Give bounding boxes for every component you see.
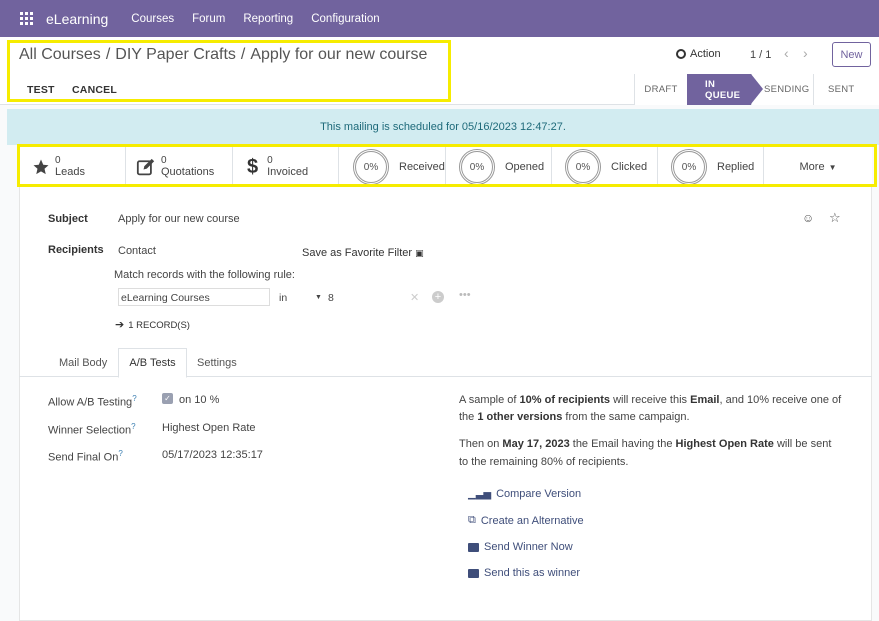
action-label: Action bbox=[690, 48, 721, 60]
stat-opened[interactable]: 0% Opened bbox=[446, 147, 552, 187]
pager-value: 1 / 1 bbox=[750, 49, 772, 61]
winner-selection-value[interactable]: Highest Open Rate bbox=[162, 422, 256, 434]
allow-ab-label: Allow A/B Testing? bbox=[48, 394, 137, 409]
received-ring: 0% bbox=[353, 149, 389, 185]
ab-description-line1: A sample of 10% of recipients will recei… bbox=[459, 394, 842, 406]
stat-received[interactable]: 0% Received bbox=[339, 147, 446, 187]
send-final-value[interactable]: 05/17/2023 12:35:17 bbox=[162, 449, 263, 461]
compare-version-button[interactable]: ▁▃▅ Compare Version bbox=[468, 488, 581, 500]
arrow-right-icon: ➔ bbox=[115, 319, 125, 331]
nav-courses[interactable]: Courses bbox=[131, 13, 174, 25]
tab-mail-body[interactable]: Mail Body bbox=[59, 348, 107, 377]
ab-percentage[interactable]: on 10 % bbox=[179, 394, 219, 406]
tab-settings[interactable]: Settings bbox=[197, 348, 237, 377]
ab-description-line3: Then on May 17, 2023 the Email having th… bbox=[459, 438, 832, 450]
send-final-label: Send Final On? bbox=[48, 449, 123, 464]
rule-field-select[interactable]: eLearning Courses bbox=[118, 288, 270, 306]
breadcrumb-all-courses[interactable]: All Courses bbox=[19, 46, 101, 63]
subject-input[interactable]: Apply for our new course bbox=[118, 213, 240, 225]
send-winner-now-button[interactable]: Send Winner Now bbox=[468, 541, 573, 553]
stage-draft[interactable]: DRAFT bbox=[634, 74, 687, 105]
match-rule-text: Match records with the following rule: bbox=[114, 269, 295, 281]
chevron-left-icon[interactable]: ‹ bbox=[784, 45, 789, 61]
notebook-tabs: Mail Body A/B Tests Settings bbox=[19, 348, 872, 378]
replied-ring: 0% bbox=[671, 149, 707, 185]
copy-icon: ⧉ bbox=[468, 514, 476, 526]
breadcrumb: All Courses / DIY Paper Crafts / Apply for o… bbox=[19, 46, 428, 63]
save-favorite-filter[interactable]: Save as Favorite Filter ▣ bbox=[302, 247, 424, 259]
recipients-select[interactable]: Contact bbox=[118, 245, 156, 257]
stat-quotations[interactable]: 0 Quotations bbox=[126, 147, 233, 187]
stat-leads[interactable]: 0 Leads bbox=[19, 147, 126, 187]
clicked-label: Clicked bbox=[611, 160, 648, 173]
new-button[interactable]: New bbox=[832, 42, 871, 67]
more-button[interactable]: More ▼ bbox=[764, 147, 872, 187]
caret-down-icon: ▼ bbox=[828, 162, 837, 172]
app-brand[interactable]: eLearning bbox=[46, 11, 108, 27]
stat-invoiced[interactable]: $ 0 Invoiced bbox=[233, 147, 339, 187]
records-link[interactable]: ➔ 1 RECORD(S) bbox=[115, 318, 190, 331]
cancel-button[interactable]: CANCEL bbox=[72, 84, 117, 96]
leads-count: 0 bbox=[55, 155, 61, 166]
stat-clicked[interactable]: 0% Clicked bbox=[552, 147, 658, 187]
leads-label: Leads bbox=[55, 166, 85, 178]
invoiced-label: Invoiced bbox=[267, 166, 309, 178]
star-outline-icon[interactable]: ☆ bbox=[829, 210, 841, 226]
apps-menu-icon[interactable] bbox=[20, 12, 34, 26]
invoiced-count: 0 bbox=[267, 155, 273, 166]
close-icon[interactable]: ✕ bbox=[410, 291, 419, 304]
envelope-icon bbox=[468, 542, 479, 552]
quotations-label: Quotations bbox=[161, 166, 215, 178]
quotations-count: 0 bbox=[161, 155, 167, 166]
subject-label: Subject bbox=[48, 213, 88, 225]
breadcrumb-current: Apply for our new course bbox=[250, 46, 428, 63]
nav-forum[interactable]: Forum bbox=[192, 13, 225, 25]
save-icon: ▣ bbox=[415, 248, 424, 258]
ab-checkbox[interactable]: ✓ bbox=[162, 393, 173, 404]
dollar-icon: $ bbox=[247, 155, 259, 178]
rule-operator-select[interactable]: in bbox=[279, 292, 287, 304]
winner-selection-label: Winner Selection? bbox=[48, 422, 136, 437]
send-as-winner-button[interactable]: Send this as winner bbox=[468, 567, 580, 579]
action-menu-button[interactable]: Action bbox=[676, 48, 721, 60]
scheduled-banner: This mailing is scheduled for 05/16/2023… bbox=[7, 109, 879, 145]
received-label: Received bbox=[399, 160, 445, 173]
stage-sent[interactable]: SENT bbox=[813, 74, 879, 105]
stat-replied[interactable]: 0% Replied bbox=[658, 147, 764, 187]
clicked-ring: 0% bbox=[565, 149, 601, 185]
top-navbar: eLearning Courses Forum Reporting Config… bbox=[0, 0, 879, 37]
caret-down-icon: ▼ bbox=[315, 294, 322, 301]
gear-icon bbox=[676, 49, 686, 59]
rule-value-input[interactable]: 8 bbox=[328, 292, 334, 304]
stat-buttons: 0 Leads 0 Quotations $ 0 Invoiced 0% Receiv… bbox=[19, 147, 872, 187]
more-label: More bbox=[799, 160, 825, 173]
test-button[interactable]: TEST bbox=[27, 84, 55, 96]
bar-chart-icon: ▁▃▅ bbox=[468, 488, 492, 500]
nav-reporting[interactable]: Reporting bbox=[243, 13, 293, 25]
breadcrumb-course[interactable]: DIY Paper Crafts bbox=[115, 46, 236, 63]
emoji-icon[interactable]: ☺ bbox=[802, 211, 814, 225]
ab-description-line2: the 1 other versions from the same campa… bbox=[459, 411, 690, 423]
status-bar: DRAFT IN QUEUE SENDING SENT bbox=[634, 74, 879, 105]
ellipsis-icon[interactable]: ••• bbox=[459, 289, 471, 301]
star-icon bbox=[33, 159, 49, 175]
envelope-icon bbox=[468, 568, 479, 578]
opened-label: Opened bbox=[505, 160, 545, 173]
recipients-label: Recipients bbox=[48, 244, 104, 256]
replied-label: Replied bbox=[717, 160, 755, 173]
add-rule-icon[interactable]: + bbox=[432, 291, 444, 303]
tab-ab-tests[interactable]: A/B Tests bbox=[118, 348, 187, 378]
nav-configuration[interactable]: Configuration bbox=[311, 13, 379, 25]
ab-description-line4: to the remaining 80% of recipients. bbox=[459, 456, 629, 468]
edit-icon bbox=[136, 158, 155, 176]
create-alternative-button[interactable]: ⧉ Create an Alternative bbox=[468, 514, 584, 527]
chevron-right-icon[interactable]: › bbox=[803, 45, 808, 61]
stage-in-queue[interactable]: IN QUEUE bbox=[687, 74, 763, 105]
opened-ring: 0% bbox=[459, 149, 495, 185]
